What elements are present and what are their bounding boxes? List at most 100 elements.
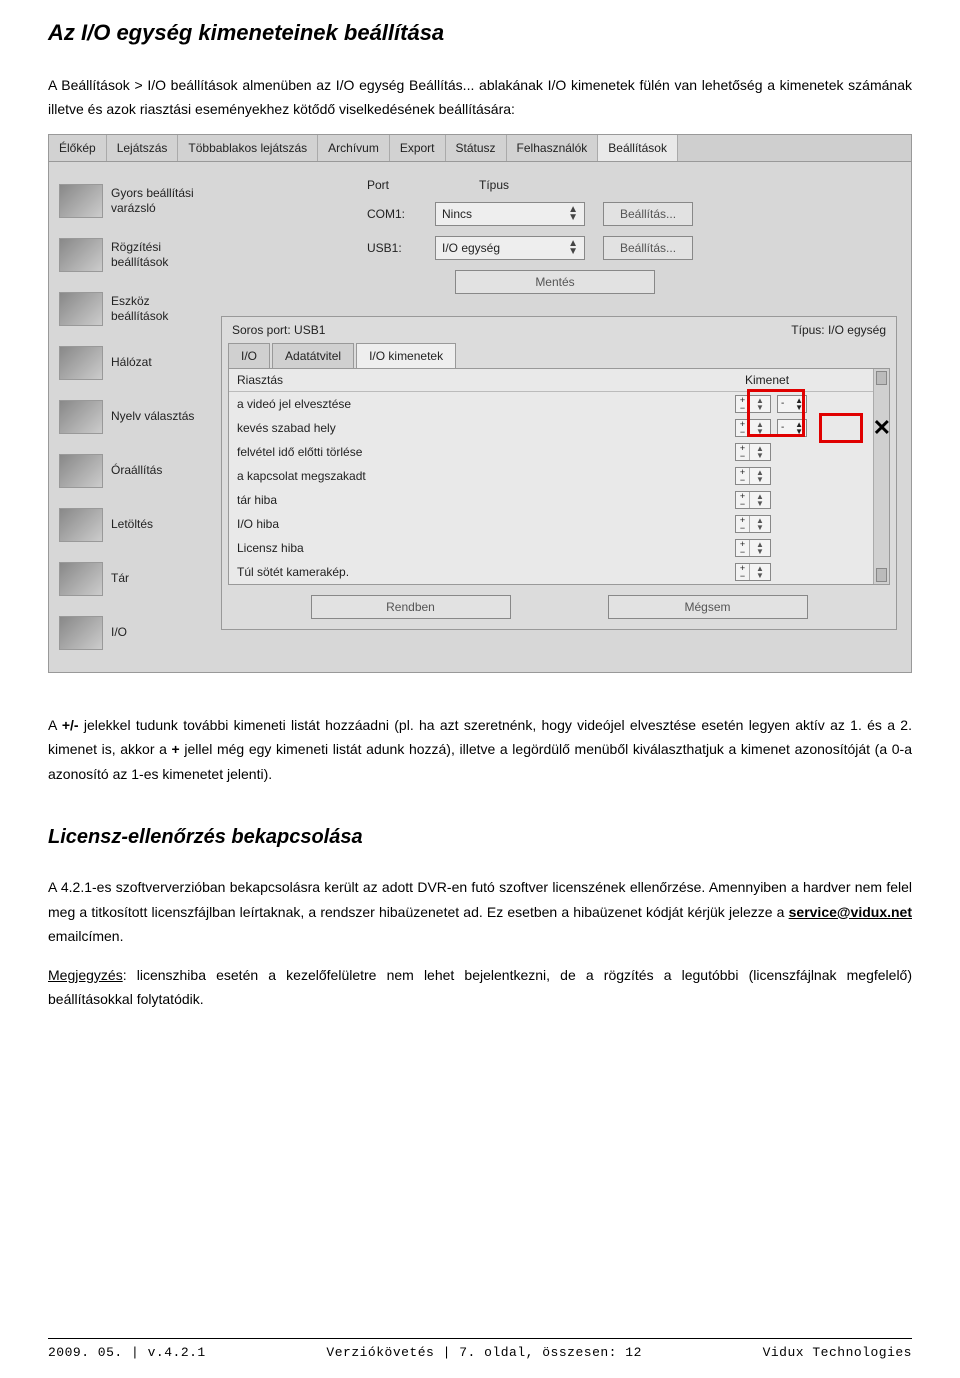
port-settings-button[interactable]: Beállítás... [603, 236, 693, 260]
top-tab-archívum[interactable]: Archívum [318, 135, 390, 161]
sidebar-label: Nyelv választás [111, 409, 194, 423]
plus-minus-stepper[interactable]: +−▲▼ [735, 539, 771, 557]
sidebar-item[interactable]: Rögzítési beállítások [55, 228, 211, 282]
sidebar-label: Rögzítési beállítások [111, 240, 207, 269]
sidebar-item[interactable]: Tár [55, 552, 211, 606]
top-tab-többablakos lejátszás[interactable]: Többablakos lejátszás [178, 135, 318, 161]
screenshot-panel: ÉlőképLejátszásTöbbablakos lejátszásArch… [48, 134, 912, 673]
settings-main: Port Típus COM1:Nincs▲▼Beállítás...USB1:… [217, 162, 911, 672]
email-link[interactable]: service@vidux.net [789, 904, 912, 920]
output-col-header: Kimenet [745, 373, 865, 387]
page-footer: 2009. 05. | v.4.2.1 Verziókövetés | 7. o… [48, 1338, 912, 1360]
top-tab-státusz[interactable]: Státusz [446, 135, 507, 161]
highlight-box-1 [747, 389, 805, 437]
port-label: USB1: [367, 241, 417, 255]
plus-minus-stepper[interactable]: +−▲▼ [735, 467, 771, 485]
save-button[interactable]: Mentés [455, 270, 655, 294]
sidebar-item[interactable]: Gyors beállítási varázsló [55, 174, 211, 228]
license-paragraph: A 4.2.1-es szoftververzióban bekapcsolás… [48, 875, 912, 949]
explain-paragraph: A +/- jelekkel tudunk további kimeneti l… [48, 713, 912, 787]
sidebar-label: Gyors beállítási varázsló [111, 186, 207, 215]
alarm-label: a videó jel elvesztése [237, 397, 735, 411]
sidebar-icon [59, 238, 103, 272]
sidebar-label: Hálózat [111, 355, 152, 369]
alarm-row: felvétel idő előtti törlése+−▲▼ [229, 440, 873, 464]
sidebar-label: I/O [111, 625, 127, 639]
alarm-label: I/O hiba [237, 517, 735, 531]
top-tab-felhasználók[interactable]: Felhasználók [507, 135, 599, 161]
port-settings-button[interactable]: Beállítás... [603, 202, 693, 226]
alarm-label: felvétel idő előtti törlése [237, 445, 735, 459]
alarm-controls: +−▲▼ [735, 443, 865, 461]
sidebar-icon [59, 562, 103, 596]
alarm-col-header: Riasztás [237, 373, 745, 387]
cancel-button[interactable]: Mégsem [608, 595, 808, 619]
alarm-row: Túl sötét kamerakép.+−▲▼ [229, 560, 873, 584]
top-tab-beállítások[interactable]: Beállítások [598, 135, 678, 161]
sidebar-item[interactable]: Nyelv választás [55, 390, 211, 444]
alarm-label: Licensz hiba [237, 541, 735, 555]
x-mark-icon: ✕ [873, 415, 891, 441]
alarm-label: kevés szabad hely [237, 421, 735, 435]
plus-minus-stepper[interactable]: +−▲▼ [735, 491, 771, 509]
alarm-label: Túl sötét kamerakép. [237, 565, 735, 579]
intro-paragraph: A Beállítások > I/O beállítások almenübe… [48, 74, 912, 122]
alarm-controls: +−▲▼ [735, 491, 865, 509]
footer-center: Verziókövetés | 7. oldal, összesen: 12 [326, 1345, 641, 1360]
sidebar-icon [59, 616, 103, 650]
sidebar-icon [59, 454, 103, 488]
sidebar-icon [59, 184, 103, 218]
io-subpanel: Soros port: USB1 Típus: I/O egység I/OAd… [221, 316, 897, 630]
plus-minus-stepper[interactable]: +−▲▼ [735, 443, 771, 461]
inner-tab[interactable]: I/O [228, 343, 270, 368]
sidebar-label: Letöltés [111, 517, 153, 531]
top-tab-élőkép[interactable]: Élőkép [49, 135, 107, 161]
port-row: USB1: I/O egység▲▼ Beállítás... [367, 236, 893, 260]
plus-minus-stepper[interactable]: +−▲▼ [735, 515, 771, 533]
serial-port-label: Soros port: USB1 [232, 323, 325, 337]
alarm-label: tár hiba [237, 493, 735, 507]
inner-tab[interactable]: Adatátvitel [272, 343, 354, 368]
inner-tabs: I/OAdatátvitelI/O kimenetek [222, 343, 896, 368]
alarm-controls: +−▲▼ [735, 563, 865, 581]
inner-tab[interactable]: I/O kimenetek [356, 343, 456, 368]
sidebar-icon [59, 346, 103, 380]
port-col-header: Port [367, 178, 389, 192]
alarm-controls: +−▲▼ [735, 515, 865, 533]
alarm-row: tár hiba+−▲▼ [229, 488, 873, 512]
sidebar-icon [59, 292, 103, 326]
plus-minus-stepper[interactable]: +−▲▼ [735, 563, 771, 581]
sidebar-label: Óraállítás [111, 463, 162, 477]
page-title: Az I/O egység kimeneteinek beállítása [48, 20, 912, 46]
sidebar-icon [59, 400, 103, 434]
footer-right: Vidux Technologies [763, 1345, 912, 1360]
port-label: COM1: [367, 207, 417, 221]
alarm-list-box: Riasztás Kimenet a videó jel elvesztése +… [228, 368, 890, 585]
section-heading: Licensz-ellenőrzés bekapcsolása [48, 826, 912, 849]
sidebar-item[interactable]: Letöltés [55, 498, 211, 552]
scrollbar[interactable] [873, 369, 889, 584]
sidebar-icon [59, 508, 103, 542]
top-tab-lejátszás[interactable]: Lejátszás [107, 135, 179, 161]
sidebar-item[interactable]: Óraállítás [55, 444, 211, 498]
alarm-label: a kapcsolat megszakadt [237, 469, 735, 483]
top-tab-bar: ÉlőképLejátszásTöbbablakos lejátszásArch… [49, 135, 911, 162]
alarm-controls: +−▲▼ [735, 539, 865, 557]
note-paragraph: Megjegyzés: licenszhiba esetén a kezelőf… [48, 963, 912, 1012]
top-tab-export[interactable]: Export [390, 135, 446, 161]
sidebar-label: Eszköz beállítások [111, 294, 207, 323]
sidebar-label: Tár [111, 571, 129, 585]
alarm-row: I/O hiba+−▲▼ [229, 512, 873, 536]
port-type-combo[interactable]: Nincs▲▼ [435, 202, 585, 226]
alarm-controls: +−▲▼ [735, 467, 865, 485]
type-label: Típus: I/O egység [791, 323, 886, 337]
highlight-box-2 [819, 413, 863, 443]
port-type-combo[interactable]: I/O egység▲▼ [435, 236, 585, 260]
settings-sidebar: Gyors beállítási varázsló Rögzítési beáll… [49, 162, 217, 672]
sidebar-item[interactable]: Hálózat [55, 336, 211, 390]
type-col-header: Típus [479, 178, 509, 192]
sidebar-item[interactable]: I/O [55, 606, 211, 660]
sidebar-item[interactable]: Eszköz beállítások [55, 282, 211, 336]
ok-button[interactable]: Rendben [311, 595, 511, 619]
alarm-row: Licensz hiba+−▲▼ [229, 536, 873, 560]
